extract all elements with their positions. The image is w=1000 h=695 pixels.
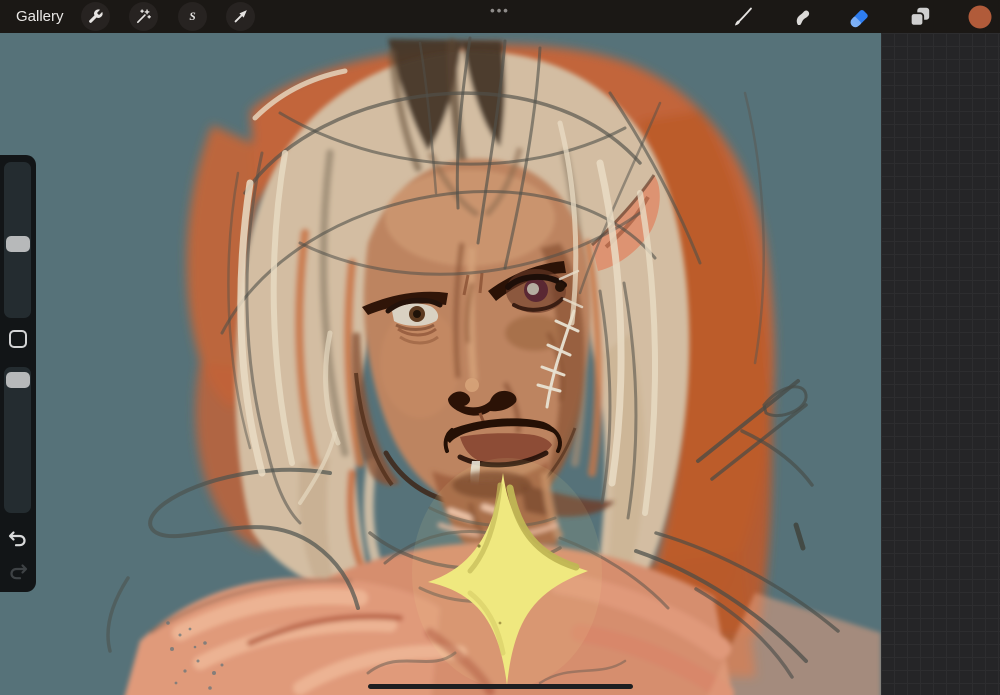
opacity-slider[interactable] xyxy=(4,367,31,513)
magic-wand-icon xyxy=(135,8,152,25)
eraser-icon xyxy=(847,4,873,30)
paint-tool-button[interactable] xyxy=(730,4,756,30)
canvas-area[interactable] xyxy=(0,33,881,695)
redo-button[interactable] xyxy=(6,561,30,585)
brush-icon xyxy=(731,5,755,29)
artwork-star xyxy=(412,458,602,688)
opacity-handle[interactable] xyxy=(6,372,30,388)
brush-size-handle[interactable] xyxy=(6,236,30,252)
wrench-icon xyxy=(87,8,104,25)
procreate-app: Gallery S ••• xyxy=(0,0,1000,695)
undo-button[interactable] xyxy=(6,528,30,552)
transform-button[interactable] xyxy=(226,2,255,31)
color-swatch[interactable] xyxy=(967,4,993,30)
actions-button[interactable] xyxy=(81,2,110,31)
adjustments-button[interactable] xyxy=(129,2,158,31)
undo-arrow-icon xyxy=(6,528,30,552)
selection-button[interactable]: S xyxy=(178,2,207,31)
canvas-outside-grid xyxy=(881,33,1000,695)
selection-s-icon: S xyxy=(184,8,201,25)
window-options-icon[interactable]: ••• xyxy=(470,0,530,26)
top-toolbar: Gallery S ••• xyxy=(0,0,1000,33)
layers-icon xyxy=(907,4,933,30)
modify-button[interactable] xyxy=(9,330,27,348)
gallery-button[interactable]: Gallery xyxy=(16,0,64,33)
smudge-tool-button[interactable] xyxy=(790,4,816,30)
smudge-icon xyxy=(791,5,815,29)
redo-arrow-icon xyxy=(6,561,30,585)
svg-text:S: S xyxy=(189,11,195,23)
layers-button[interactable] xyxy=(907,4,933,30)
home-indicator[interactable] xyxy=(368,684,633,689)
canvas-artwork[interactable] xyxy=(0,33,881,695)
transform-arrow-icon xyxy=(232,8,249,25)
brush-sidebar xyxy=(0,155,36,592)
erase-tool-button[interactable] xyxy=(847,4,873,30)
